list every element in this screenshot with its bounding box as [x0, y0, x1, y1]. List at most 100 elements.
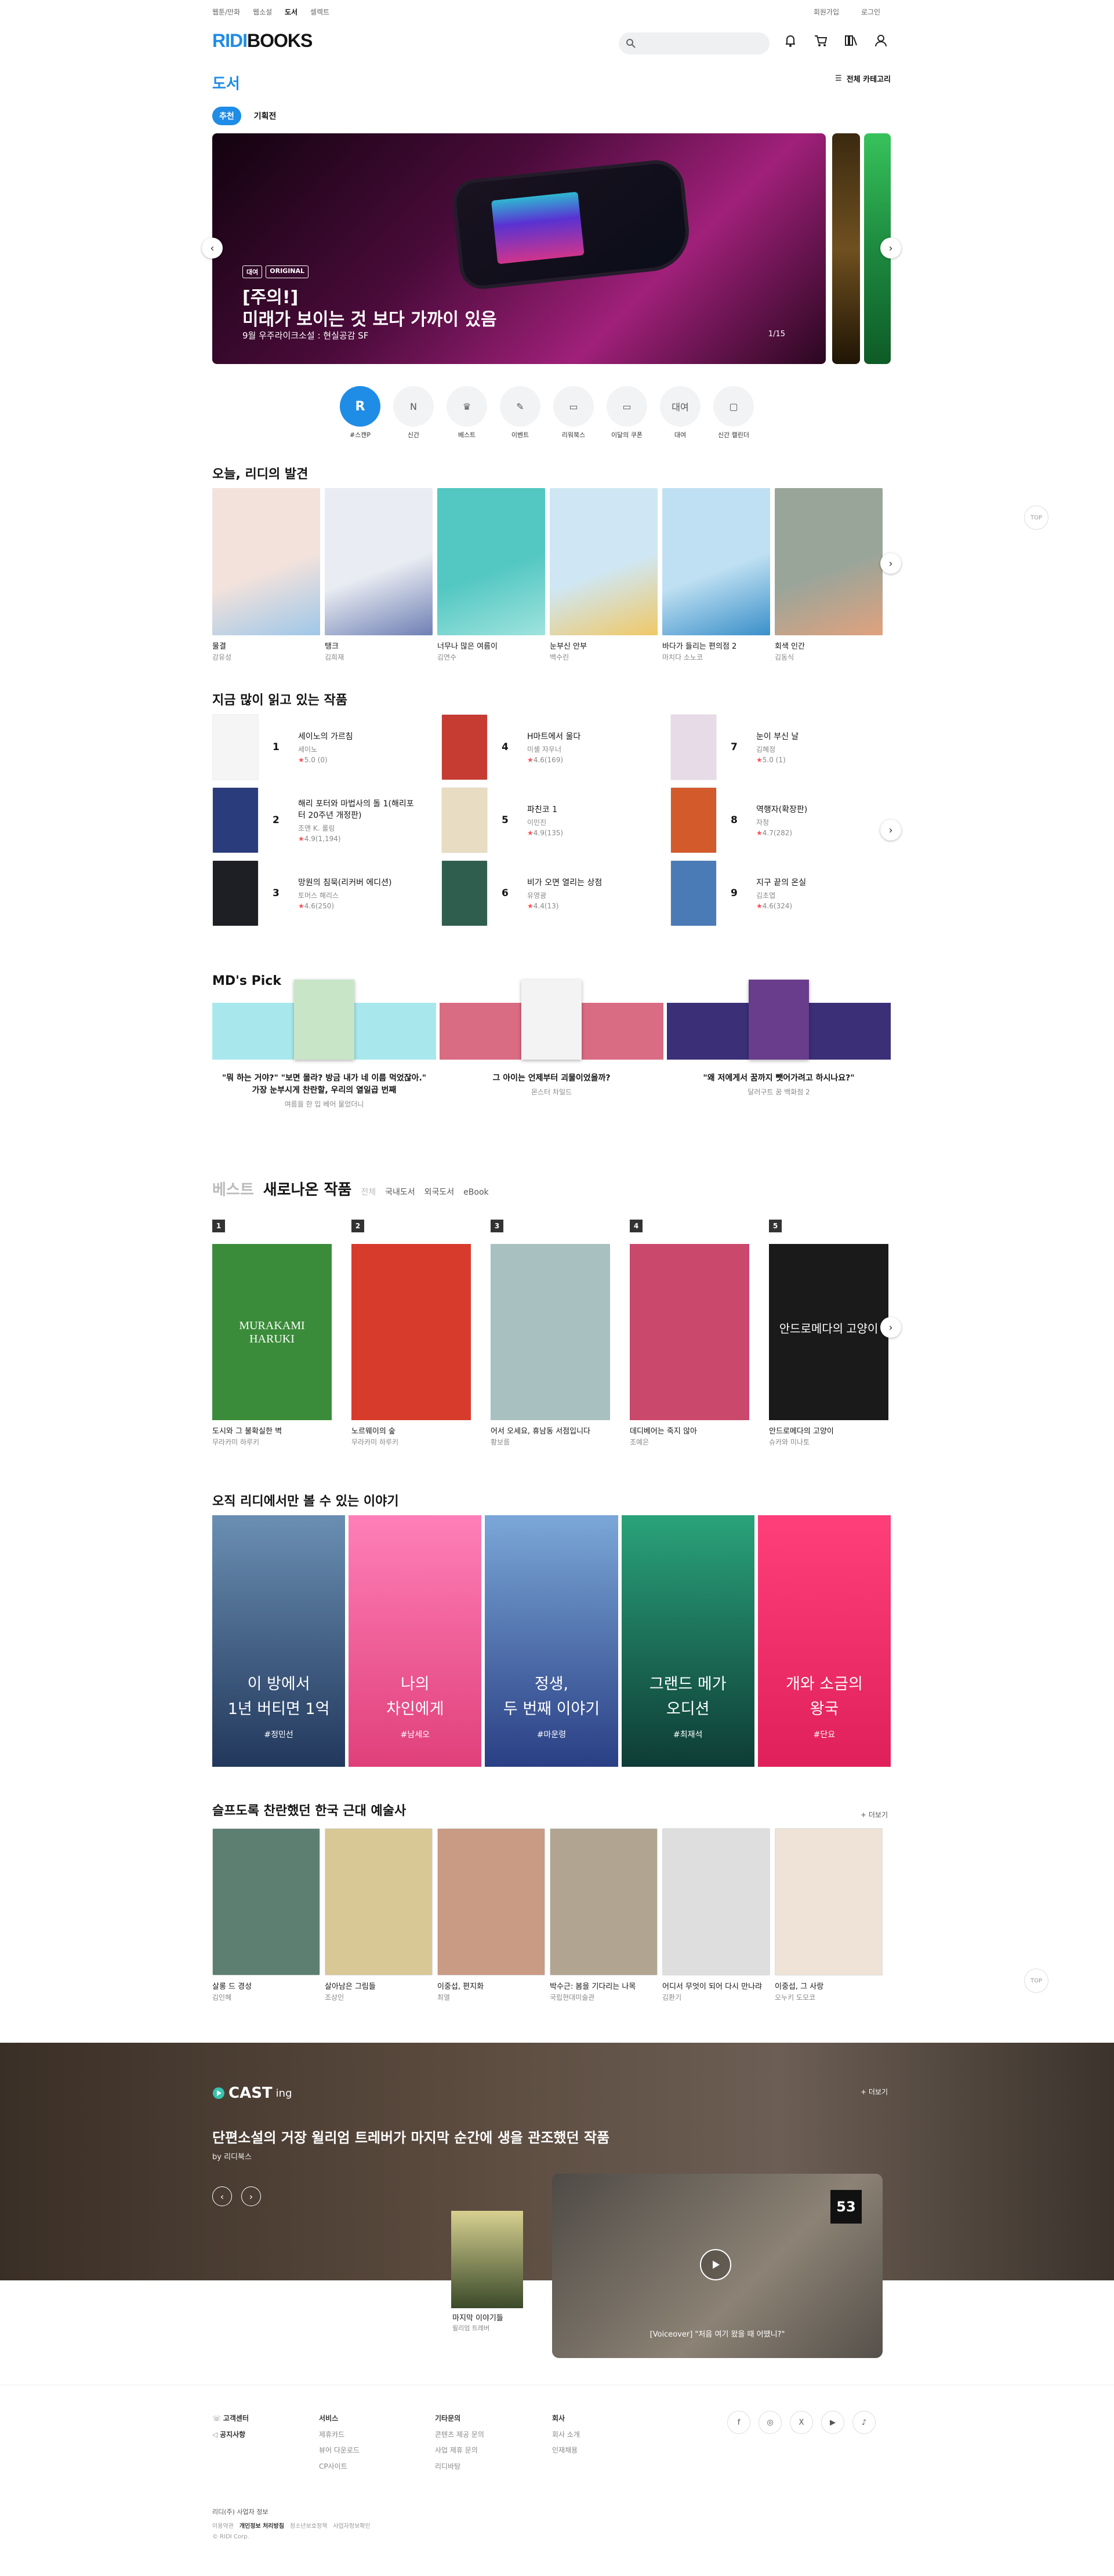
original-card[interactable]: 정생, 두 번째 이야기 #마운령	[485, 1515, 618, 1767]
footer-link[interactable]: 회사 소개	[552, 2427, 580, 2443]
original-card[interactable]: 그랜드 메가 오디션 #최재석	[621, 1515, 754, 1767]
art-book[interactable]: 살아남은 그림들 조상인	[325, 1828, 433, 2002]
filter-foreign[interactable]: 외국도서	[424, 1186, 455, 1198]
mdpick-card[interactable]: "뭐 하는 거야?" "보면 몰라? 방금 내가 네 이름 먹었잖아." 가장 눈…	[212, 980, 436, 1109]
quick-menu-item[interactable]: ▭ 리워북스	[553, 386, 594, 439]
quick-menu-item[interactable]: ▢ 신간 캘린더	[713, 386, 754, 439]
ranking-item[interactable]: 6 비가 오면 열리는 상점 유영광 ★4.4(13)	[441, 860, 670, 926]
customer-center-link[interactable]: ☏ 고객센터	[212, 2411, 249, 2427]
best-tab[interactable]: 베스트	[212, 1178, 254, 1199]
all-categories-button[interactable]: ☰ 전체 카테고리	[835, 73, 891, 84]
ranking-next-arrow-icon[interactable]: ›	[880, 820, 901, 841]
hero-next-arrow-icon[interactable]: ›	[880, 238, 901, 259]
filter-domestic[interactable]: 국내도서	[385, 1186, 415, 1198]
footer-link[interactable]: 콘텐츠 제공 문의	[435, 2427, 484, 2443]
company-info-toggle[interactable]: 리디(주) 사업자 정보	[212, 2507, 268, 2516]
hero-banner[interactable]: 대여 ORIGINAL [주의!] 미래가 보이는 것 보다 가까이 있음 9월…	[212, 133, 826, 364]
scroll-top-button-2[interactable]: TOP	[1024, 1969, 1048, 1993]
tiktok-icon[interactable]: ♪	[852, 2411, 876, 2434]
footer-link[interactable]: 사업 제휴 문의	[435, 2443, 484, 2459]
notification-bell-icon[interactable]	[782, 32, 800, 50]
ranking-item[interactable]: 7 눈이 부신 날 김혜정 ★5.0 (1)	[670, 714, 891, 780]
ranking-item[interactable]: 3 망원의 침묵(리커버 에디션) 토머스 해리스 ★4.6(250)	[212, 860, 441, 926]
best-book[interactable]: 3 어서 오세요, 휴남동 서점입니다 황보름	[491, 1220, 610, 1447]
mdpick-card[interactable]: 그 아이는 언제부터 괴물이었을까? 몬스터 차일드	[440, 980, 663, 1109]
original-card[interactable]: 나의 차인에게 #남세오	[349, 1515, 482, 1767]
ranking-item[interactable]: 5 파친코 1 이민진 ★4.9(135)	[441, 787, 670, 853]
quick-menu-item[interactable]: ✎ 이벤트	[500, 386, 540, 439]
discovery-book[interactable]: 바다가 들리는 편의점 2 마치다 소노코	[662, 488, 770, 662]
youtube-icon[interactable]: ▶	[821, 2411, 844, 2434]
art-book[interactable]: 어디서 무엇이 되어 다시 만나랴 김환기	[662, 1828, 770, 2002]
nav-webtoon[interactable]: 웹툰/만화	[212, 8, 240, 16]
signup-link[interactable]: 회원가입	[814, 8, 839, 16]
hero-next-banner-1[interactable]	[832, 133, 860, 364]
instagram-icon[interactable]: ◎	[759, 2411, 782, 2434]
footer-link[interactable]: 리디바탕	[435, 2459, 484, 2475]
casting-next-arrow-icon[interactable]: ›	[241, 2186, 261, 2206]
my-account-icon[interactable]	[873, 32, 890, 50]
ranking-item[interactable]: 9 지구 끝의 온실 김초엽 ★4.6(324)	[670, 860, 891, 926]
discovery-book[interactable]: 물결 강유성	[212, 488, 320, 662]
discovery-book[interactable]: 눈부신 안부 백수린	[550, 488, 658, 662]
facebook-icon[interactable]: f	[727, 2411, 750, 2434]
tab-special[interactable]: 기획전	[247, 107, 284, 125]
book-rating: ★4.6(324)	[756, 902, 872, 910]
best-book[interactable]: 5 안드로메다의 고양이 안드로메다의 고양이 슈카와 미나토	[769, 1220, 888, 1447]
new-release-tab[interactable]: 새로나온 작품	[263, 1178, 352, 1199]
nav-select[interactable]: 셀렉트	[310, 8, 329, 16]
original-card[interactable]: 개와 소금의 왕국 #단요	[757, 1515, 891, 1767]
x-twitter-icon[interactable]: X	[790, 2411, 813, 2434]
tab-recommend[interactable]: 추천	[212, 107, 241, 125]
cart-icon[interactable]	[812, 32, 830, 50]
terms-link[interactable]: 이용약관	[212, 2521, 234, 2530]
search-input[interactable]	[619, 32, 770, 54]
nav-books[interactable]: 도서	[285, 8, 297, 16]
video-player[interactable]: 53 [Voiceover] "처음 여기 왔을 때 어땠니?"	[552, 2174, 883, 2358]
nav-webnovel[interactable]: 웹소설	[253, 8, 272, 16]
art-more-link[interactable]: + 더보기	[861, 1810, 888, 1820]
library-icon[interactable]	[843, 32, 860, 50]
login-link[interactable]: 로그인	[861, 8, 880, 16]
art-book[interactable]: 박수근: 봄을 기다리는 나목 국립현대미술관	[550, 1828, 658, 2002]
scroll-top-button[interactable]: TOP	[1024, 505, 1048, 530]
youth-policy-link[interactable]: 청소년보호정책	[290, 2521, 327, 2530]
quick-menu-item[interactable]: 대여 대여	[660, 386, 701, 439]
best-next-arrow-icon[interactable]: ›	[880, 1317, 901, 1338]
discovery-book[interactable]: 회색 인간 김동식	[775, 488, 883, 662]
ranking-item[interactable]: 2 해리 포터와 마법사의 돌 1(해리포터 20주년 개정판) 조앤 K. 롤링 ★…	[212, 787, 441, 853]
notice-link[interactable]: ◁ 공지사항	[212, 2427, 249, 2443]
casting-book-cover[interactable]	[451, 2211, 523, 2308]
casting-more-link[interactable]: + 더보기	[861, 2087, 888, 2097]
quick-menu-item[interactable]: R #스캔P	[340, 386, 380, 439]
discovery-book[interactable]: 탱크 김희재	[325, 488, 433, 662]
business-info-link[interactable]: 사업자정보확인	[333, 2521, 370, 2530]
quick-menu-item[interactable]: ▭ 이달의 쿠폰	[607, 386, 647, 439]
play-button-icon[interactable]	[700, 2249, 731, 2280]
footer-link[interactable]: 뷰어 다운로드	[319, 2443, 360, 2459]
best-book[interactable]: 4 데디베어는 죽지 않아 조예은	[630, 1220, 749, 1447]
filter-ebook[interactable]: eBook	[463, 1188, 488, 1197]
quick-menu-item[interactable]: N 신간	[393, 386, 434, 439]
art-book[interactable]: 이중섭, 그 사랑 오누키 도모코	[775, 1828, 883, 2002]
discovery-book[interactable]: 너무나 많은 여름이 김연수	[437, 488, 545, 662]
hero-prev-arrow-icon[interactable]: ‹	[202, 238, 223, 259]
art-book[interactable]: 살롱 드 경성 김인혜	[212, 1828, 320, 2002]
footer-link[interactable]: CP사이트	[319, 2459, 360, 2475]
ranking-item[interactable]: 1 세이노의 가르침 세이노 ★5.0 (0)	[212, 714, 441, 780]
best-book[interactable]: 2 노르웨이의 숲 무라카미 하루키	[351, 1220, 471, 1447]
ranking-item[interactable]: 8 역행자(확장판) 자청 ★4.7(282)	[670, 787, 891, 853]
discovery-next-arrow-icon[interactable]: ›	[880, 553, 901, 574]
footer-link[interactable]: 인재채용	[552, 2443, 580, 2459]
book-cover	[437, 1828, 545, 1975]
privacy-link[interactable]: 개인정보 처리방침	[240, 2521, 284, 2530]
filter-all[interactable]: 전체	[361, 1186, 376, 1198]
casting-prev-arrow-icon[interactable]: ‹	[212, 2186, 232, 2206]
art-book[interactable]: 이중섭, 편지화 최열	[437, 1828, 545, 2002]
best-book[interactable]: 1 MURAKAMI HARUKI 도시와 그 불확실한 벽 무라카미 하루키	[212, 1220, 332, 1447]
original-card[interactable]: 이 방에서 1년 버티면 1억 #정민선	[212, 1515, 346, 1767]
ranking-item[interactable]: 4 H마트에서 울다 미셸 자우너 ★4.6(169)	[441, 714, 670, 780]
mdpick-card[interactable]: "왜 저에게서 꿈까지 뺏어가려고 하시나요?" 달러구트 꿈 백화점 2	[667, 980, 891, 1109]
footer-link[interactable]: 제휴카드	[319, 2427, 360, 2443]
quick-menu-item[interactable]: ♛ 베스트	[447, 386, 487, 439]
